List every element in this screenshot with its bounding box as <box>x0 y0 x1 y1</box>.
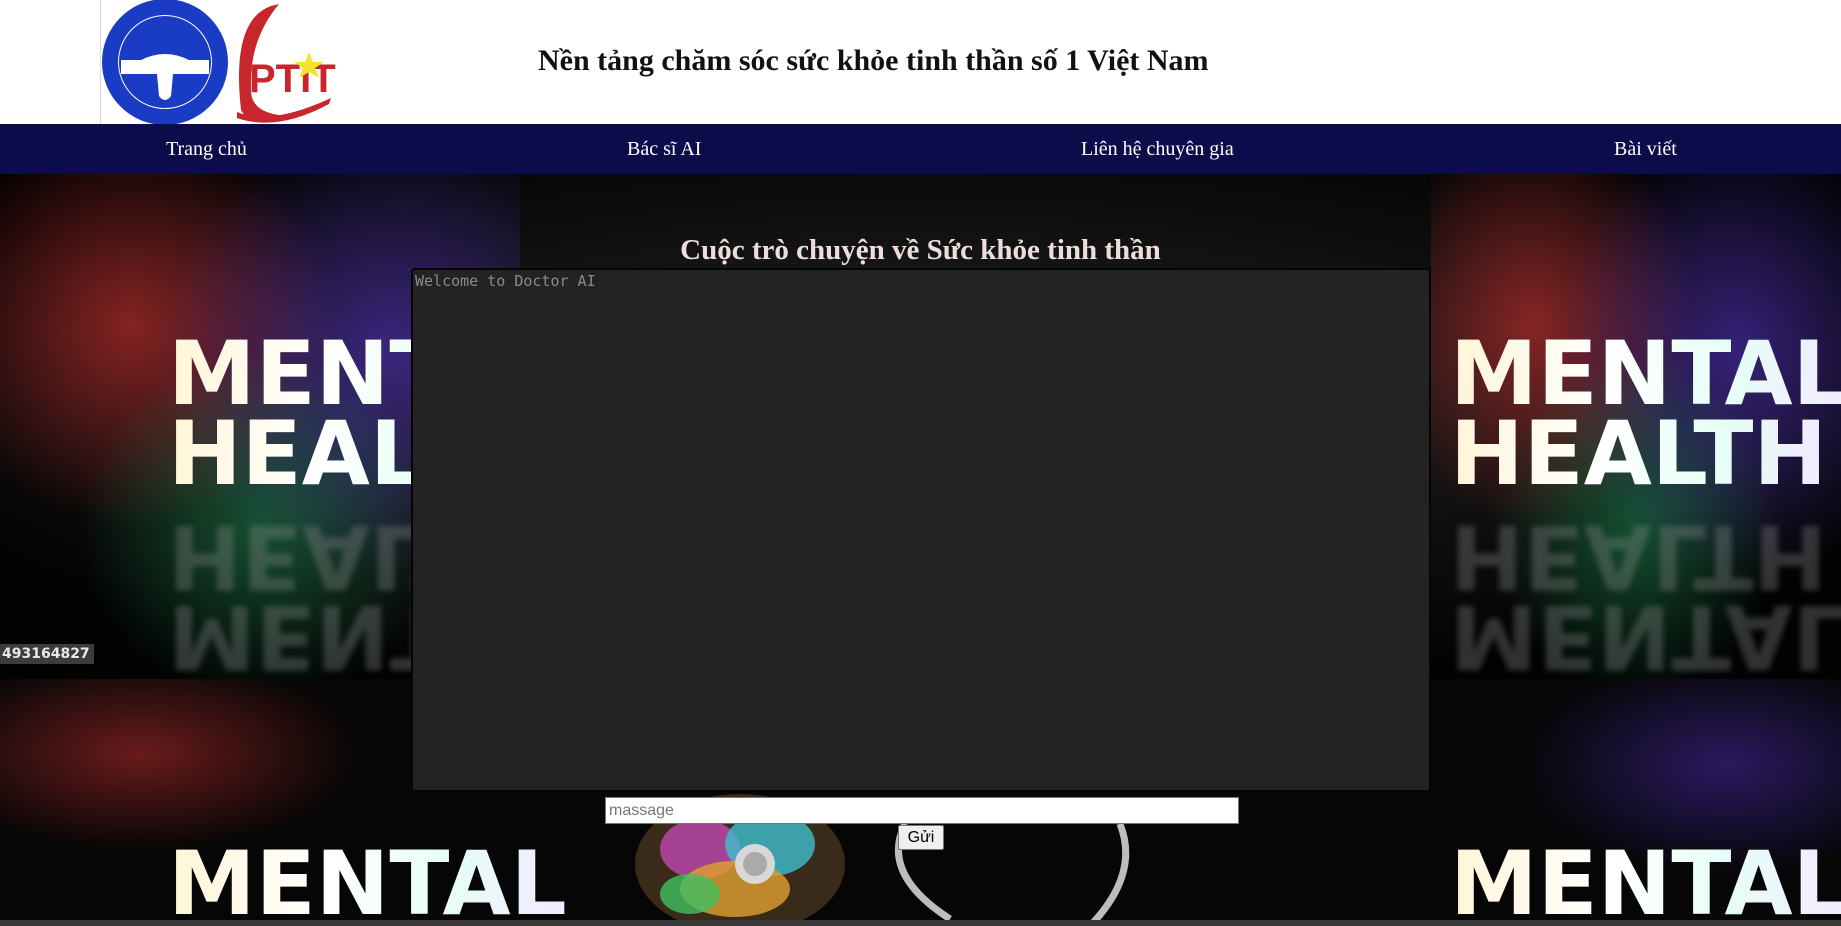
nav-item-ai-doctor[interactable]: Bác sĩ AI <box>627 124 701 174</box>
bottom-strip <box>0 920 1841 926</box>
svg-text:HEALTH: HEALTH <box>1450 402 1827 505</box>
svg-text:MENTAL: MENTAL <box>1450 585 1841 688</box>
main-nav: Trang chủ Bác sĩ AI Liên hệ chuyên gia B… <box>0 124 1841 174</box>
send-button[interactable]: Gửi <box>898 825 944 850</box>
overlay-id-tag: 493164827 <box>0 644 94 664</box>
site-title: Nền tảng chăm sóc sức khỏe tinh thần số … <box>538 44 1209 77</box>
nav-item-articles[interactable]: Bài viết <box>1614 124 1677 174</box>
chat-history-box[interactable] <box>411 268 1431 792</box>
site-header: PTIT Nền tảng chăm sóc sức khỏe tinh thầ… <box>0 0 1841 124</box>
svg-text:MENTAL: MENTAL <box>168 832 567 926</box>
nav-item-contact-expert[interactable]: Liên hệ chuyên gia <box>1081 124 1234 174</box>
svg-text:MENTAL: MENTAL <box>1450 832 1841 926</box>
svg-text:PTIT: PTIT <box>249 57 336 101</box>
message-input[interactable] <box>605 797 1239 824</box>
nav-item-home[interactable]: Trang chủ <box>166 124 247 174</box>
ptit-logo[interactable]: PTIT <box>100 0 361 124</box>
chat-title: Cuộc trò chuyện về Sức khỏe tinh thần <box>680 234 1161 266</box>
